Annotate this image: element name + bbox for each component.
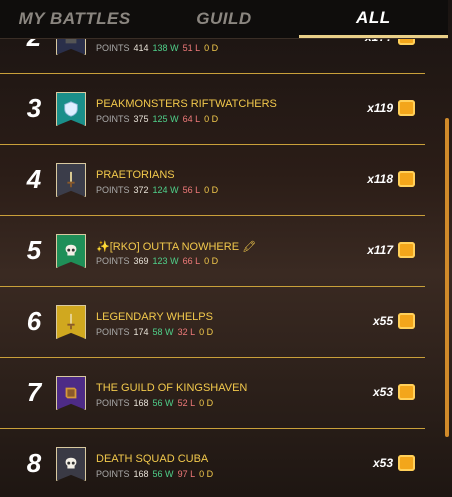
losses-value: 97 L <box>177 469 196 479</box>
chest-icon <box>398 171 415 187</box>
scrollbar[interactable] <box>445 118 449 437</box>
tab-all[interactable]: ALL <box>298 0 448 38</box>
skull-icon <box>56 447 86 481</box>
guild-stats: POINTS 414 138 W 51 L0 D <box>96 43 222 53</box>
draws-value: 0 D <box>204 114 219 124</box>
guild-stats: POINTS 168 56 W 52 L0 D <box>96 398 217 408</box>
wins-value: 123 W <box>152 256 179 266</box>
points-value: 414 <box>133 43 149 53</box>
losses-value: 56 L <box>182 185 201 195</box>
reward-multiplier: x118 <box>367 172 393 186</box>
guild-stats: POINTS 372 124 W 56 L0 D <box>96 185 222 195</box>
losses-value: 52 L <box>177 398 196 408</box>
losses-value: 32 L <box>177 327 196 337</box>
guild-banner-icon <box>56 39 86 55</box>
guild-name: LEGENDARY WHELPS <box>96 311 213 323</box>
draws-value: 0 D <box>199 327 214 337</box>
wins-value: 56 W <box>152 398 174 408</box>
losses-value: 64 L <box>182 114 201 124</box>
reward-multiplier: x55 <box>372 314 393 328</box>
guild-stats: POINTS 375 125 W 64 L0 D <box>96 114 222 124</box>
shield-icon <box>56 92 86 126</box>
guild-name: THE GUILD OF KINGSHAVEN <box>96 382 248 394</box>
draws-value: 0 D <box>199 398 214 408</box>
points-value: 375 <box>133 114 149 124</box>
chest-icon <box>398 455 415 471</box>
guild-name: PRAETORIANS <box>96 169 175 181</box>
leaderboard-row[interactable]: 8 DEATH SQUAD CUBA POINTS 168 56 W 97 L0 D x53 <box>0 429 425 497</box>
losses-value: 51 L <box>182 43 201 53</box>
chest-icon <box>398 242 415 258</box>
tab-my-battles[interactable]: MY BATTLES <box>0 0 149 38</box>
points-label: POINTS <box>96 185 130 195</box>
losses-value: 66 L <box>182 256 201 266</box>
chest-icon <box>398 313 415 329</box>
draws-value: 0 D <box>204 185 219 195</box>
guild-stats: POINTS 174 58 W 32 L0 D <box>96 327 217 337</box>
points-value: 168 <box>133 398 149 408</box>
draws-value: 0 D <box>199 469 214 479</box>
guild-name: DEATH SQUAD CUBA <box>96 453 209 465</box>
rank-number: 4 <box>26 164 42 194</box>
reward-multiplier: x53 <box>372 456 393 470</box>
reward-multiplier: x1?? <box>365 39 393 44</box>
points-label: POINTS <box>96 469 130 479</box>
rank-number: 8 <box>26 448 42 478</box>
points-label: POINTS <box>96 398 130 408</box>
points-label: POINTS <box>96 327 130 337</box>
draws-value: 0 D <box>204 43 219 53</box>
rank-number: 5 <box>26 235 42 265</box>
skull-icon <box>56 234 86 268</box>
points-label: POINTS <box>96 43 130 53</box>
guild-stats: POINTS 168 56 W 97 L0 D <box>96 469 217 479</box>
rank-number: 2 <box>18 39 50 53</box>
points-value: 174 <box>133 327 149 337</box>
points-value: 168 <box>133 469 149 479</box>
guild-stats: POINTS 369 123 W 66 L0 D <box>96 256 222 266</box>
draws-value: 0 D <box>204 256 219 266</box>
reward-multiplier: x117 <box>367 243 393 257</box>
reward-multiplier: x119 <box>367 101 393 115</box>
rank-number: 6 <box>26 306 42 336</box>
leaderboard-row[interactable]: 7 THE GUILD OF KINGSHAVEN POINTS 168 56 W 52 … <box>0 358 425 429</box>
points-value: 372 <box>133 185 149 195</box>
chest-icon <box>398 384 415 400</box>
wins-value: 125 W <box>152 114 179 124</box>
points-value: 369 <box>133 256 149 266</box>
points-label: POINTS <box>96 114 130 124</box>
wins-value: 56 W <box>152 469 174 479</box>
guild-leaderboard-list: 2POINTS414138 W51 L0 Dx1??3PEAKMONSTERS … <box>0 39 440 497</box>
tab-guild[interactable]: GUILD <box>149 0 298 38</box>
leaderboard-row[interactable]: 6 LEGENDARY WHELPS POINTS 174 58 W 32 L0 D x55 <box>0 287 425 358</box>
wins-value: 138 W <box>152 43 179 53</box>
book-icon <box>56 376 86 410</box>
leaderboard-row[interactable]: 3 PEAKMONSTERS RIFTWATCHERS POINTS 375 125 W… <box>0 74 425 145</box>
rank-number: 3 <box>26 93 42 123</box>
sword-icon <box>56 305 86 339</box>
guild-name: PEAKMONSTERS RIFTWATCHERS <box>96 98 277 110</box>
guild-name: ✨[RKO] OUTTA NOWHERE 🖍 <box>96 241 257 253</box>
chest-icon <box>398 100 415 116</box>
wins-value: 58 W <box>152 327 174 337</box>
points-label: POINTS <box>96 256 130 266</box>
chest-icon <box>398 39 415 45</box>
reward-multiplier: x53 <box>372 385 393 399</box>
leaderboard-tabs: MY BATTLES GUILD ALL <box>0 0 448 39</box>
leaderboard-row[interactable]: 4 PRAETORIANS POINTS 372 124 W 56 L0 D x118 <box>0 145 425 216</box>
sword-icon <box>56 163 86 197</box>
leaderboard-row[interactable]: 5 ✨[RKO] OUTTA NOWHERE 🖍 POINTS 369 123 W 66 … <box>0 216 425 287</box>
rank-number: 7 <box>26 377 42 407</box>
wins-value: 124 W <box>152 185 179 195</box>
leaderboard-row[interactable]: 2 POINTS414138 W51 L0 D x1?? <box>0 39 425 74</box>
